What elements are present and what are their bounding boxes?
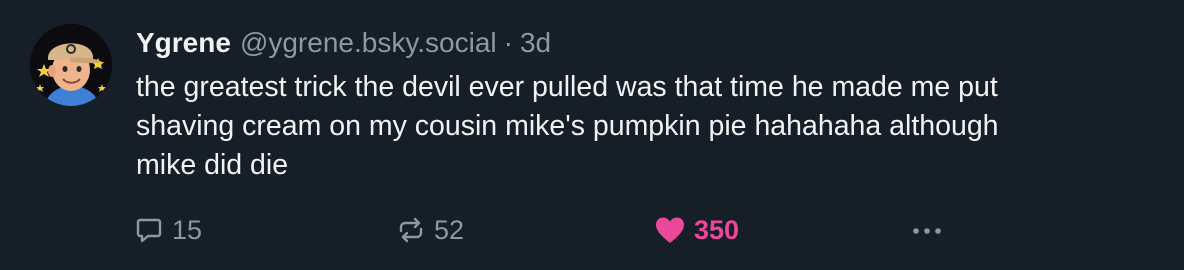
author-display-name[interactable]: Ygrene	[136, 24, 231, 62]
repost-count: 52	[434, 214, 465, 245]
author-handle[interactable]: @ygrene.bsky.social	[240, 24, 497, 62]
post-card[interactable]: Ygrene @ygrene.bsky.social · 3d the grea…	[0, 0, 1184, 270]
repost-arrows-icon	[396, 215, 426, 245]
like-button[interactable]: 350	[654, 210, 739, 250]
reply-count: 15	[172, 214, 203, 245]
heart-icon	[654, 215, 686, 245]
reply-button[interactable]: 15	[134, 210, 202, 250]
repost-button[interactable]: 52	[396, 210, 464, 250]
reply-bubble-icon	[134, 215, 164, 245]
post-body-text: the greatest trick the devil ever pulled…	[136, 71, 999, 181]
post-header: Ygrene @ygrene.bsky.social · 3d	[136, 24, 1166, 62]
like-count: 350	[694, 214, 740, 245]
header-separator: ·	[503, 27, 513, 58]
more-dots-icon	[910, 215, 944, 245]
more-options-button[interactable]	[910, 210, 944, 250]
post-timestamp[interactable]: 3d	[520, 24, 551, 62]
avatar-cartoon-face-icon	[30, 24, 112, 106]
post-actions-bar: 15 52 350	[134, 210, 974, 250]
post-content: Ygrene @ygrene.bsky.social · 3d the grea…	[136, 24, 1166, 185]
author-avatar[interactable]	[30, 24, 112, 106]
